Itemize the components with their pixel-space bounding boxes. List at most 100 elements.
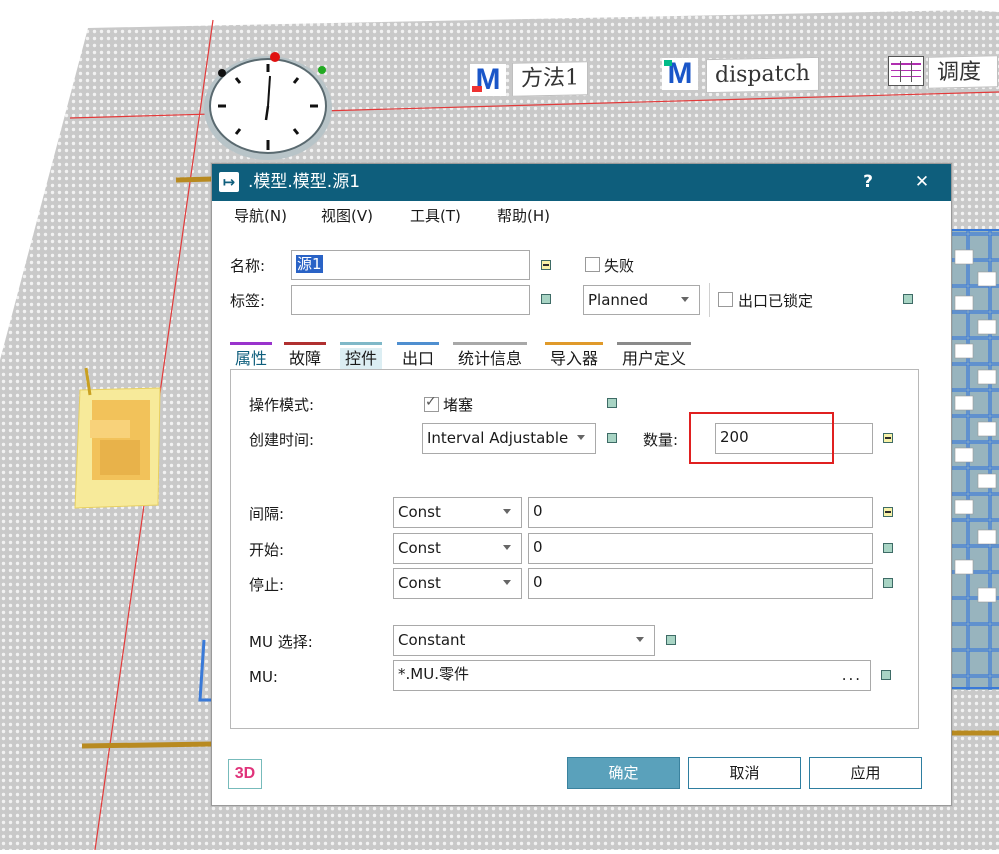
dispatch-icon: M	[662, 58, 698, 90]
tab-exit[interactable]: 出口	[397, 342, 440, 370]
blocking-inherit-indicator[interactable]	[607, 398, 617, 408]
dialog-title-bar[interactable]: ↦ .模型.模型.源1 ? ✕	[212, 164, 951, 201]
mu-inherit-indicator[interactable]	[881, 670, 891, 680]
mu-selection-inherit-indicator[interactable]	[666, 635, 676, 645]
mu-value: *.MU.零件	[398, 665, 469, 683]
stop-inherit-indicator[interactable]	[883, 578, 893, 588]
interval-inherit-indicator[interactable]	[883, 507, 893, 517]
tab-failures[interactable]: 故障	[284, 342, 327, 370]
blocking-checkbox[interactable]: ✓	[424, 394, 439, 412]
menu-navigate[interactable]: 导航(N)	[234, 206, 287, 226]
blocking-label: 堵塞	[443, 396, 474, 414]
mu-selection-label: MU 选择:	[249, 633, 313, 651]
attributes-panel: 操作模式: ✓ 堵塞 创建时间: Interval Adjustable 数量:…	[230, 369, 919, 729]
close-button[interactable]: ✕	[907, 170, 937, 194]
chevron-down-icon	[503, 509, 511, 514]
start-distribution-dropdown[interactable]: Const	[393, 533, 522, 564]
menu-bar: 导航(N) 视图(V) 工具(T) 帮助(H)	[212, 201, 951, 231]
tab-label: 统计信息	[458, 349, 523, 368]
tab-label: 属性	[235, 349, 268, 368]
source-object-icon: ↦	[219, 172, 239, 192]
help-button[interactable]: ?	[853, 170, 883, 194]
method-label: 方法1	[512, 61, 588, 97]
exit-locked-label: 出口已锁定	[738, 292, 814, 310]
chevron-down-icon	[503, 545, 511, 550]
schedule-label: 调度	[928, 55, 998, 89]
interval-input[interactable]: 0	[528, 497, 873, 528]
tab-color-bar	[397, 342, 440, 345]
tab-color-bar	[617, 342, 692, 345]
quantity-label: 数量:	[643, 431, 679, 449]
tab-color-bar	[284, 342, 327, 345]
interval-distribution-value: Const	[398, 503, 441, 521]
tab-label: 导入器	[550, 349, 599, 368]
tag-inherit-indicator[interactable]	[541, 294, 551, 304]
name-value: 源1	[296, 255, 323, 273]
dialog-title: .模型.模型.源1	[248, 172, 361, 192]
mu-selection-dropdown[interactable]: Constant	[393, 625, 655, 656]
tab-label: 出口	[402, 349, 435, 368]
name-input[interactable]: 源1	[291, 250, 530, 280]
tab-controls[interactable]: 控件	[340, 342, 383, 370]
table-icon	[888, 56, 924, 86]
exit-locked-inherit-indicator[interactable]	[903, 294, 913, 304]
start-label: 开始:	[249, 541, 285, 559]
failed-label: 失败	[604, 257, 635, 275]
creation-time-dropdown[interactable]: Interval Adjustable	[422, 423, 596, 454]
chevron-down-icon	[577, 435, 585, 440]
apply-button[interactable]: 应用	[809, 757, 922, 789]
chevron-down-icon	[636, 637, 644, 642]
creation-time-label: 创建时间:	[249, 431, 315, 449]
name-label: 名称:	[230, 257, 266, 275]
tab-statistics[interactable]: 统计信息	[453, 342, 528, 370]
dispatch-label: dispatch	[706, 56, 819, 94]
tab-color-bar	[230, 342, 273, 345]
start-distribution-value: Const	[398, 539, 441, 557]
checkmark-icon: ✓	[425, 394, 437, 410]
start-inherit-indicator[interactable]	[883, 543, 893, 553]
chevron-down-icon	[681, 297, 689, 302]
menu-view[interactable]: 视图(V)	[321, 206, 373, 226]
state-value: Planned	[588, 291, 649, 309]
tab-label: 控件	[345, 349, 378, 368]
interval-distribution-dropdown[interactable]: Const	[393, 497, 522, 528]
tag-input[interactable]	[291, 285, 530, 315]
state-dropdown[interactable]: Planned	[583, 285, 700, 315]
ok-button[interactable]: 确定	[567, 757, 680, 789]
stop-label: 停止:	[249, 576, 285, 594]
interval-label: 间隔:	[249, 505, 285, 523]
tag-label: 标签:	[230, 292, 266, 310]
name-inherit-indicator[interactable]	[541, 260, 551, 270]
separator	[709, 283, 710, 317]
mu-label: MU:	[249, 668, 278, 686]
start-input[interactable]: 0	[528, 533, 873, 564]
menu-help[interactable]: 帮助(H)	[497, 206, 550, 226]
mu-input[interactable]: *.MU.零件 ...	[393, 660, 871, 691]
chevron-down-icon	[503, 580, 511, 585]
tab-color-bar	[545, 342, 604, 345]
tab-user-defined[interactable]: 用户定义	[617, 342, 692, 370]
creation-time-value: Interval Adjustable	[427, 429, 569, 447]
exit-locked-checkbox[interactable]	[718, 292, 733, 307]
stop-distribution-dropdown[interactable]: Const	[393, 568, 522, 599]
quantity-inherit-indicator[interactable]	[883, 433, 893, 443]
3d-button[interactable]: 3D	[228, 759, 262, 789]
mu-browse-button[interactable]: ...	[842, 664, 862, 686]
method-icon: M	[470, 64, 506, 96]
tab-importer[interactable]: 导入器	[545, 342, 604, 370]
source-dialog: ↦ .模型.模型.源1 ? ✕ 导航(N) 视图(V) 工具(T) 帮助(H) …	[211, 163, 952, 806]
mu-selection-value: Constant	[398, 631, 466, 649]
menu-tools[interactable]: 工具(T)	[410, 206, 461, 226]
creation-time-inherit-indicator[interactable]	[607, 433, 617, 443]
operating-mode-label: 操作模式:	[249, 396, 315, 414]
tab-color-bar	[340, 342, 383, 345]
failed-checkbox[interactable]	[585, 257, 600, 272]
tab-label: 故障	[289, 349, 322, 368]
tab-label: 用户定义	[622, 349, 687, 368]
stop-input[interactable]: 0	[528, 568, 873, 599]
tab-color-bar	[453, 342, 528, 345]
cancel-button[interactable]: 取消	[688, 757, 801, 789]
stop-distribution-value: Const	[398, 574, 441, 592]
tab-attributes[interactable]: 属性	[230, 342, 273, 370]
quantity-highlight-box	[689, 412, 834, 464]
